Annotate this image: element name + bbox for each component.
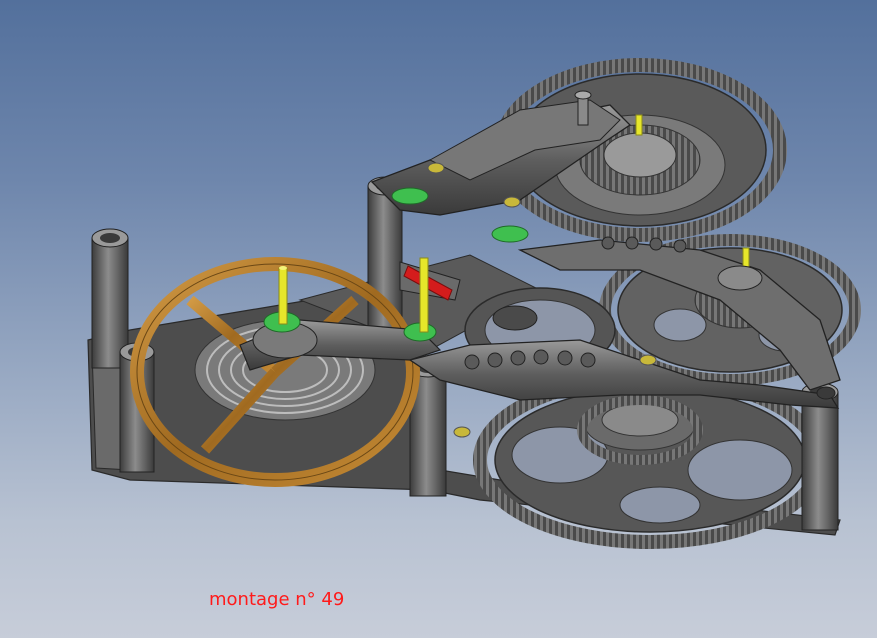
cad-viewport[interactable] bbox=[0, 0, 877, 638]
assembly-caption: montage n° 49 bbox=[209, 589, 345, 610]
